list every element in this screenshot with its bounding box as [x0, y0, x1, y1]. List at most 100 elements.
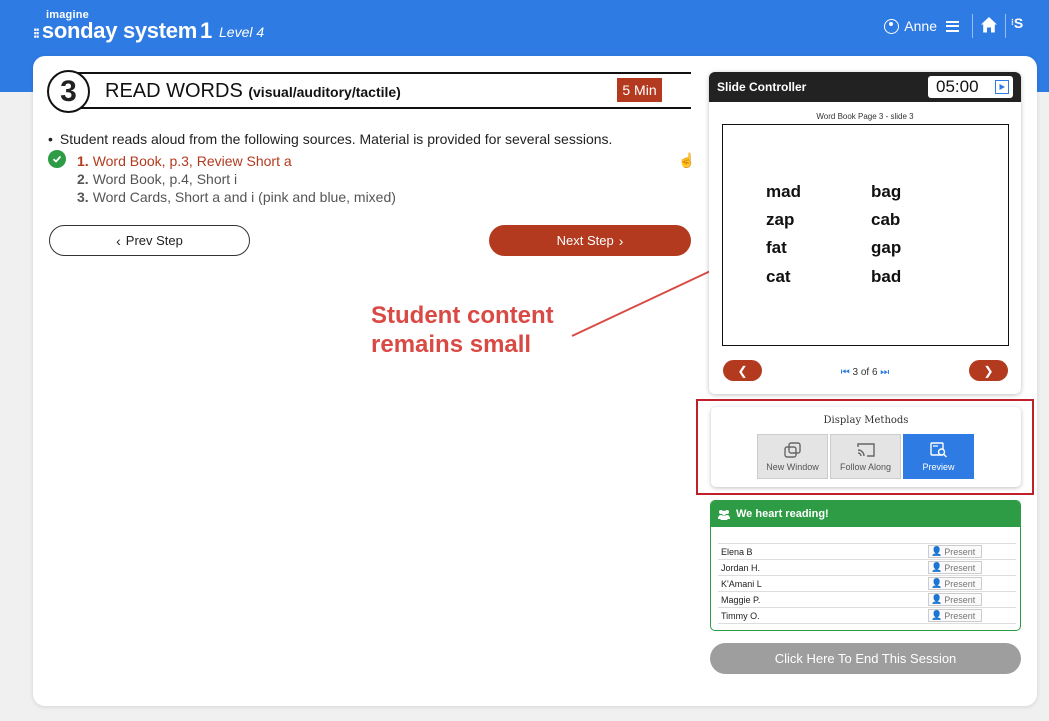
present-label: Present	[944, 594, 976, 605]
check-circle-icon	[48, 150, 66, 168]
display-methods-panel: Display Methods New Window Follow Along …	[711, 407, 1021, 487]
preview-search-icon	[929, 441, 947, 458]
user-check-icon: 👤	[931, 610, 943, 620]
table-row: Jordan H. 👤 Present	[718, 560, 1016, 576]
class-header: We heart reading!	[711, 501, 1020, 527]
user-check-icon: 👤	[931, 578, 943, 588]
user-check-icon: 👤	[931, 562, 943, 572]
chevron-right-icon: ❯	[983, 363, 994, 378]
slide-word: fat	[766, 238, 787, 257]
annotation-callout: Student content remains small	[371, 301, 554, 359]
skip-first-icon[interactable]: ⏮	[841, 367, 850, 378]
prev-step-button[interactable]: ‹ Prev Step	[49, 225, 250, 256]
student-name: Jordan H.	[721, 562, 761, 573]
slide-word: mad	[766, 182, 801, 201]
present-toggle[interactable]: 👤 Present	[928, 561, 982, 574]
source-text: Word Book, p.4, Short i	[92, 171, 238, 187]
logo-dots-icon: ⁝⁝	[33, 25, 40, 41]
slide-word: cab	[871, 210, 901, 229]
title-rule-top	[68, 72, 691, 74]
source-list: 1. Word Book, p.3, Review Short a 2. Word …	[77, 152, 396, 206]
table-row: Maggie P. 👤 Present	[718, 592, 1016, 608]
slide-word: bag	[871, 182, 902, 201]
present-label: Present	[944, 578, 976, 589]
source-text: Word Cards, Short a and i (pink and blue…	[92, 189, 396, 205]
brand-logo[interactable]: ⁝⁝ sonday system 1	[33, 18, 212, 44]
annotation-line-2: remains small	[371, 331, 532, 358]
follow-along-label: Follow Along	[839, 461, 892, 472]
duration-badge: 5 Min	[617, 78, 662, 102]
users-group-icon	[718, 509, 730, 520]
brand-main: sonday system	[41, 18, 197, 43]
table-row: Elena B 👤 Present	[718, 544, 1016, 560]
new-window-icon	[783, 441, 801, 458]
class-roster-panel: We heart reading! Elena B 👤 Present Jorda…	[710, 500, 1021, 631]
end-session-button[interactable]: Click Here To End This Session	[710, 643, 1021, 674]
student-name: Timmy O.	[721, 610, 760, 621]
timer-value: 05:00	[936, 77, 979, 96]
level-label: Level 4	[219, 24, 265, 40]
header-divider	[972, 14, 973, 38]
slide-word: gap	[871, 238, 902, 257]
present-toggle[interactable]: 👤 Present	[928, 593, 982, 606]
source-item-3[interactable]: 3. Word Cards, Short a and i (pink and bl…	[77, 188, 396, 206]
user-check-icon: 👤	[931, 594, 943, 604]
slide-caption: Word Book Page 3 - slide 3	[816, 112, 914, 121]
new-window-button[interactable]: New Window	[757, 434, 828, 479]
student-name: Elena B	[721, 546, 753, 557]
slide-preview: mad zap fat cat bag cab gap bad	[722, 124, 1009, 346]
student-name: Maggie P.	[721, 594, 761, 605]
present-label: Present	[944, 610, 976, 621]
present-toggle[interactable]: 👤 Present	[928, 577, 982, 590]
user-check-icon: 👤	[931, 546, 943, 556]
source-item-1[interactable]: 1. Word Book, p.3, Review Short a	[77, 152, 396, 170]
cast-icon	[856, 442, 875, 457]
preview-button[interactable]: Preview	[903, 434, 974, 479]
user-name: Anne	[904, 18, 937, 34]
source-text: Word Book, p.3, Review Short a	[92, 153, 292, 169]
source-num: 2.	[77, 171, 89, 187]
student-name: K'Amani L	[721, 578, 762, 589]
display-methods-title: Display Methods	[823, 415, 909, 426]
pointer-hand-icon: ☝	[678, 152, 696, 168]
class-name: We heart reading!	[736, 508, 829, 520]
slide-controller-panel: Slide Controller 05:00 Word Book Page 3 …	[709, 72, 1021, 394]
source-num: 3.	[77, 189, 89, 205]
brand-s-icon[interactable]: ⁝S	[1011, 15, 1023, 31]
step-title-subtitle: (visual/auditory/tactile)	[248, 84, 401, 100]
prev-step-label: Prev Step	[125, 233, 183, 248]
instruction-text: Student reads aloud from the following s…	[48, 131, 613, 147]
present-toggle[interactable]: 👤 Present	[928, 545, 982, 558]
new-window-label: New Window	[766, 461, 819, 472]
table-row: Timmy O. 👤 Present	[718, 608, 1016, 624]
source-item-2[interactable]: 2. Word Book, p.4, Short i	[77, 170, 396, 188]
slide-pager-label: 3 of 6	[852, 367, 878, 378]
step-title-main: READ WORDS	[105, 80, 243, 102]
user-menu[interactable]: Anne	[884, 18, 959, 34]
present-toggle[interactable]: 👤 Present	[928, 609, 982, 622]
chevron-left-icon: ‹	[116, 232, 121, 249]
slide-controller-header: Slide Controller 05:00	[709, 72, 1021, 102]
play-icon	[999, 84, 1005, 90]
step-number-badge: 3	[47, 70, 90, 113]
title-rule-bottom	[68, 107, 691, 109]
slide-word: cat	[766, 267, 791, 286]
user-icon	[884, 18, 900, 34]
follow-along-button[interactable]: Follow Along	[830, 434, 901, 479]
preview-label: Preview	[922, 461, 955, 472]
hamburger-menu-icon[interactable]	[946, 20, 959, 32]
brand-num: 1	[199, 18, 212, 43]
source-num: 1.	[77, 153, 89, 169]
header-divider	[1005, 14, 1006, 38]
roster-table: Elena B 👤 Present Jordan H. 👤 Present K'Am…	[718, 543, 1016, 624]
slide-controller-title: Slide Controller	[717, 80, 807, 94]
step-title: READ WORDS (visual/auditory/tactile)	[105, 80, 401, 103]
slide-word: bad	[871, 267, 902, 286]
slide-next-button[interactable]: ❯	[969, 360, 1008, 381]
timer-display: 05:00	[928, 76, 1013, 98]
play-button[interactable]	[995, 80, 1009, 94]
brand-icon-letter: S	[1013, 15, 1024, 31]
present-label: Present	[944, 562, 976, 573]
home-icon[interactable]	[980, 16, 998, 34]
skip-last-icon[interactable]: ⏭	[880, 367, 889, 378]
